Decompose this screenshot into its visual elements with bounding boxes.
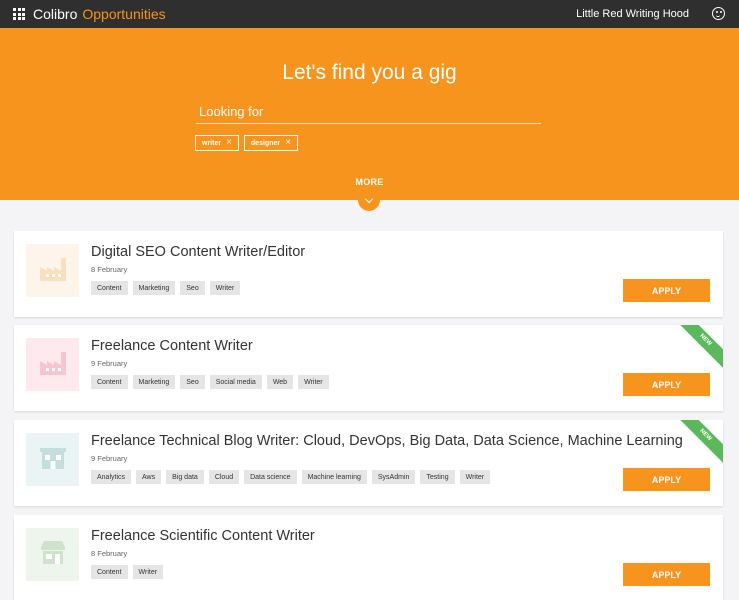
apply-button[interactable]: APPLY [623,563,710,586]
job-tags: Content Marketing Seo Social media Web Writer [91,375,329,389]
job-tag[interactable]: Seo [180,281,205,295]
job-tag[interactable]: Writer [209,281,241,295]
job-tag[interactable]: Seo [180,375,205,389]
top-bar: Colibro Opportunities Little Red Writing… [0,0,739,28]
filter-chip[interactable]: designer × [243,135,298,151]
factory-icon [37,252,69,289]
job-tags: Analytics Aws Big data Cloud Data science Mac… [91,470,491,484]
new-badge: NEW [672,325,723,374]
job-tag[interactable]: Big data [166,470,204,484]
building-icon [37,441,69,478]
more-label[interactable]: MORE [0,177,739,187]
apply-button[interactable]: APPLY [623,468,710,491]
apply-button[interactable]: APPLY [623,373,710,396]
more-toggle-button[interactable] [358,189,380,211]
close-icon[interactable]: × [285,138,291,148]
filter-chip[interactable]: writer × [195,135,239,151]
job-tag[interactable]: Cloud [208,470,240,484]
filter-chips: writer × designer × [195,135,298,151]
job-date: 8 February [91,265,128,274]
job-tag[interactable]: Web [266,375,294,389]
job-date: 8 February [91,549,128,558]
company-logo [26,244,79,297]
user-avatar-icon[interactable] [712,7,725,20]
job-tag[interactable]: SysAdmin [371,470,416,484]
job-tag[interactable]: Writer [132,565,164,579]
factory-icon [37,346,69,383]
job-tag[interactable]: Analytics [91,470,132,484]
job-card[interactable]: Freelance Scientific Content Writer 8 Feb… [14,515,723,600]
company-logo [26,338,79,391]
section-name[interactable]: Opportunities [82,6,165,22]
brand-name[interactable]: Colibro [33,6,77,22]
filter-chip-label: writer [202,139,222,147]
apps-grid-icon[interactable] [13,8,25,20]
job-tag[interactable]: Content [91,565,128,579]
search-hero: Let's find you a gig writer × designer ×… [0,28,739,200]
job-title[interactable]: Digital SEO Content Writer/Editor [91,244,305,260]
job-card[interactable]: Digital SEO Content Writer/Editor 8 Febru… [14,231,723,317]
job-title[interactable]: Freelance Scientific Content Writer [91,528,315,544]
hero-title: Let's find you a gig [282,61,457,84]
job-tag[interactable]: Aws [136,470,162,484]
apply-button[interactable]: APPLY [623,279,710,302]
job-title[interactable]: Freelance Technical Blog Writer: Cloud, … [91,433,683,449]
job-tags: Content Marketing Seo Writer [91,281,241,295]
job-tag[interactable]: Marketing [132,281,176,295]
job-tag[interactable]: Content [91,375,128,389]
job-date: 9 February [91,454,128,463]
job-tag[interactable]: Data science [244,470,297,484]
close-icon[interactable]: × [226,138,232,148]
job-tags: Content Writer [91,565,164,579]
filter-chip-label: designer [250,139,281,147]
search-input[interactable] [196,99,541,124]
job-card[interactable]: Freelance Content Writer 9 February Conten… [14,325,723,411]
job-tag[interactable]: Social media [209,375,262,389]
company-logo [26,433,79,486]
job-title[interactable]: Freelance Content Writer [91,338,253,354]
job-tag[interactable]: Machine learning [301,470,367,484]
job-date: 9 February [91,359,128,368]
storefront-icon [37,536,69,573]
user-name[interactable]: Little Red Writing Hood [576,8,689,20]
job-tag[interactable]: Writer [298,375,329,389]
job-tag[interactable]: Content [91,281,128,295]
company-logo [26,528,79,581]
job-tag[interactable]: Testing [420,470,455,484]
chevron-down-icon [364,194,374,203]
job-tag[interactable]: Marketing [132,375,176,389]
job-card[interactable]: Freelance Technical Blog Writer: Cloud, … [14,420,723,506]
job-tag[interactable]: Writer [459,470,491,484]
